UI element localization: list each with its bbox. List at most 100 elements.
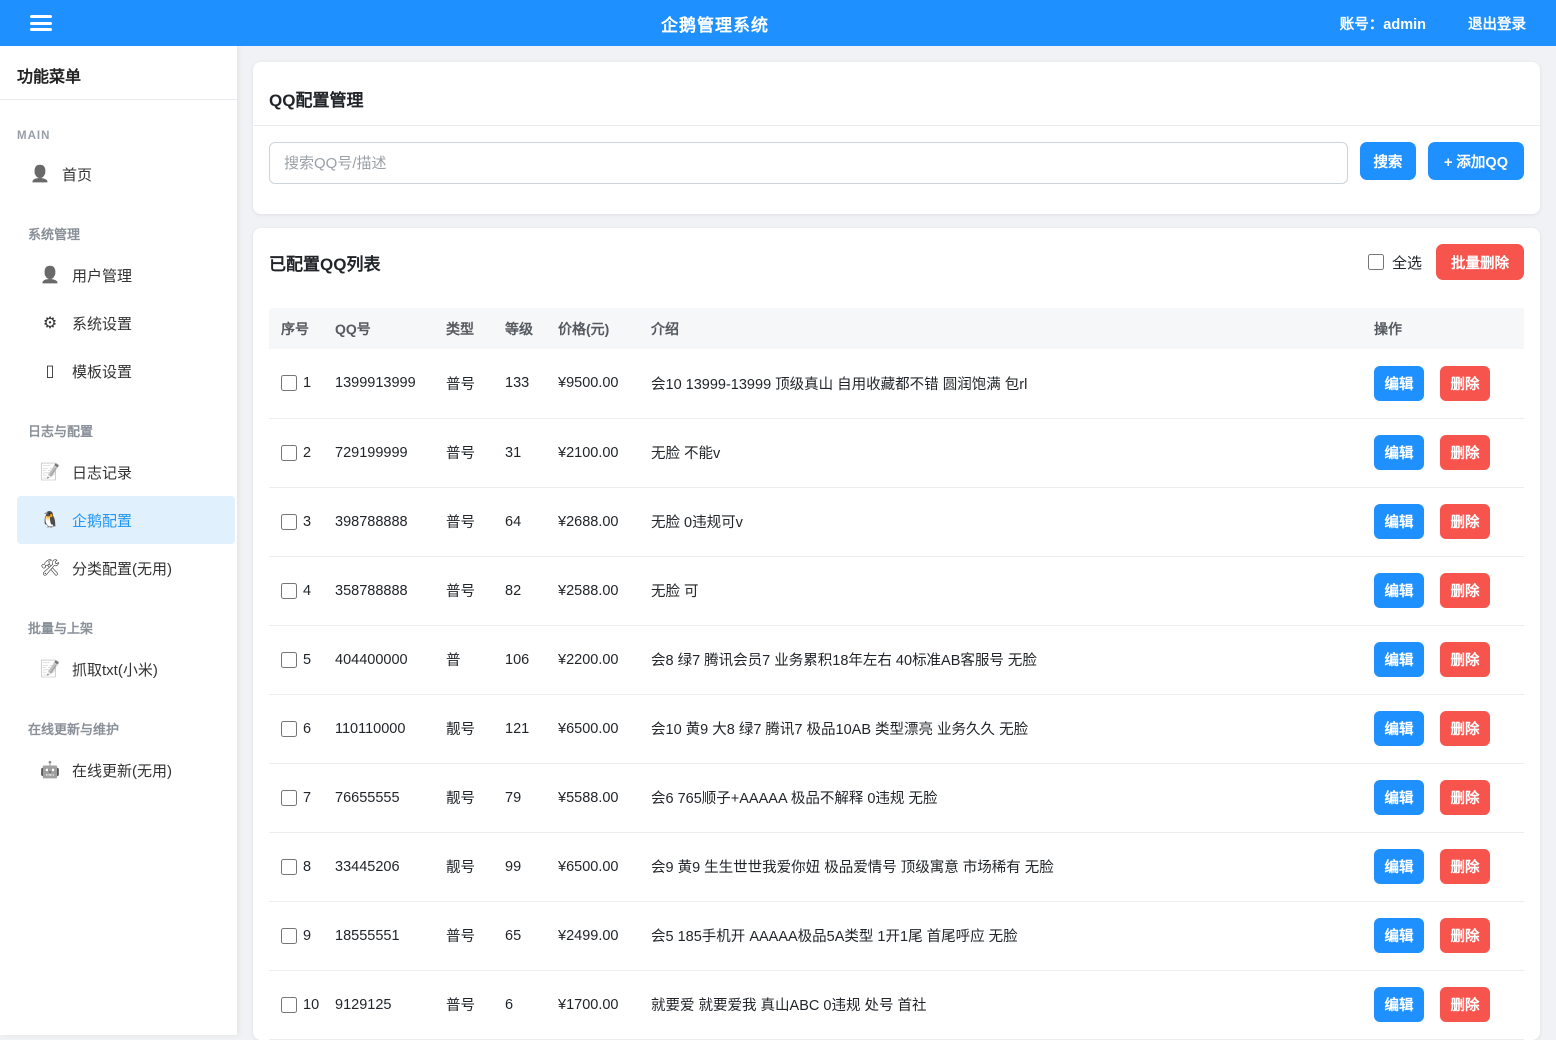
col-type: 类型: [446, 308, 505, 349]
sidebar-item-template-1-2[interactable]: ▯模板设置: [17, 347, 235, 395]
edit-button[interactable]: 编辑: [1374, 987, 1424, 1022]
sidebar-item-memo-2-0[interactable]: 📝 日志记录: [17, 448, 235, 496]
edit-button[interactable]: 编辑: [1374, 918, 1424, 953]
type-cell: 靓号: [446, 763, 505, 832]
qq-cell: 1399913999: [335, 349, 446, 418]
row-index: 8: [303, 859, 311, 875]
select-all[interactable]: 全选: [1368, 252, 1422, 273]
edit-button[interactable]: 编辑: [1374, 435, 1424, 470]
edit-button[interactable]: 编辑: [1374, 642, 1424, 677]
type-cell: 普号: [446, 556, 505, 625]
edit-button[interactable]: 编辑: [1374, 711, 1424, 746]
robot-icon: 🤖: [40, 760, 60, 780]
sidebar-item-label: 系统设置: [72, 313, 132, 334]
edit-button[interactable]: 编辑: [1374, 780, 1424, 815]
row-checkbox[interactable]: [281, 928, 297, 944]
row-checkbox[interactable]: [281, 583, 297, 599]
row-checkbox[interactable]: [281, 445, 297, 461]
delete-button[interactable]: 删除: [1440, 780, 1490, 815]
user-icon: 👤: [30, 164, 50, 184]
delete-button[interactable]: 删除: [1440, 573, 1490, 608]
delete-button[interactable]: 删除: [1440, 435, 1490, 470]
tools-icon: 🛠: [40, 558, 60, 578]
col-price: 价格(元): [558, 308, 651, 349]
price-cell: ¥2100.00: [558, 418, 651, 487]
logout-link[interactable]: 退出登录: [1468, 13, 1526, 34]
sidebar-item-label: 抓取txt(小米): [72, 659, 158, 680]
sidebar-item-label: 日志记录: [72, 462, 132, 483]
desc-cell: 会9 黄9 生生世世我爱你妞 极品爱情号 顶级寓意 市场稀有 无脸: [651, 832, 1374, 901]
select-all-checkbox[interactable]: [1368, 254, 1384, 270]
edit-button[interactable]: 编辑: [1374, 573, 1424, 608]
qq-cell: 358788888: [335, 556, 446, 625]
sidebar-item-memo-3-0[interactable]: 📝抓取txt(小米): [17, 645, 235, 693]
col-index: 序号: [269, 308, 335, 349]
sidebar-item-robot-4-0[interactable]: 🤖 在线更新(无用): [17, 746, 235, 794]
menu-toggle-icon[interactable]: [30, 15, 52, 31]
search-button[interactable]: 搜索: [1360, 142, 1416, 180]
delete-button[interactable]: 删除: [1440, 642, 1490, 677]
search-input[interactable]: [269, 142, 1348, 184]
price-cell: ¥2200.00: [558, 625, 651, 694]
row-index: 10: [303, 997, 319, 1013]
qq-cell: 9129125: [335, 970, 446, 1039]
sidebar-title: 功能菜单: [0, 46, 237, 100]
desc-cell: 无脸 0违规可v: [651, 487, 1374, 556]
row-checkbox[interactable]: [281, 652, 297, 668]
delete-button[interactable]: 删除: [1440, 504, 1490, 539]
row-checkbox[interactable]: [281, 859, 297, 875]
type-cell: 普号: [446, 349, 505, 418]
divider: [253, 125, 1540, 126]
sidebar-item-label: 用户管理: [72, 265, 132, 286]
row-checkbox[interactable]: [281, 997, 297, 1013]
qq-cell: 110110000: [335, 694, 446, 763]
batch-delete-button[interactable]: 批量删除: [1436, 244, 1524, 280]
delete-button[interactable]: 删除: [1440, 366, 1490, 401]
page-title: QQ配置管理: [269, 86, 1524, 111]
add-qq-button[interactable]: + 添加QQ: [1428, 142, 1524, 180]
row-index: 3: [303, 514, 311, 530]
qq-list-card: 已配置QQ列表 全选 批量删除 序号 QQ号 类型 等级 价格(元): [253, 228, 1540, 1040]
sidebar-item-user-1-0[interactable]: 👤用户管理: [17, 251, 235, 299]
level-cell: 106: [505, 625, 558, 694]
table-row: 11399913999普号133¥9500.00会10 13999-13999 …: [269, 349, 1524, 418]
edit-button[interactable]: 编辑: [1374, 504, 1424, 539]
qq-cell: 404400000: [335, 625, 446, 694]
delete-button[interactable]: 删除: [1440, 918, 1490, 953]
row-checkbox[interactable]: [281, 514, 297, 530]
sidebar-item-label: 分类配置(无用): [72, 558, 172, 579]
delete-button[interactable]: 删除: [1440, 711, 1490, 746]
table-row: 6110110000靓号121¥6500.00会10 黄9 大8 绿7 腾讯7 …: [269, 694, 1524, 763]
desc-cell: 会5 185手机开 AAAAA极品5A类型 1开1尾 首尾呼应 无脸: [651, 901, 1374, 970]
type-cell: 靓号: [446, 832, 505, 901]
sidebar-item-label: 模板设置: [72, 361, 132, 382]
sidebar-section-label: 在线更新与维护: [28, 719, 237, 738]
penguin-icon: 🐧: [40, 510, 60, 530]
desc-cell: 无脸 不能v: [651, 418, 1374, 487]
sidebar: 功能菜单 MAIN👤首页系统管理👤用户管理⚙系统设置▯模板设置日志与配置📝日志记…: [0, 46, 237, 1035]
sidebar-item-penguin-2-1[interactable]: 🐧企鹅配置: [17, 496, 235, 544]
sidebar-section-label: 日志与配置: [28, 421, 237, 440]
type-cell: 普号: [446, 970, 505, 1039]
level-cell: 121: [505, 694, 558, 763]
row-checkbox[interactable]: [281, 375, 297, 391]
edit-button[interactable]: 编辑: [1374, 366, 1424, 401]
edit-button[interactable]: 编辑: [1374, 849, 1424, 884]
sidebar-nav: MAIN👤首页系统管理👤用户管理⚙系统设置▯模板设置日志与配置📝日志记录🐧企鹅配…: [0, 130, 237, 794]
sidebar-item-gear-1-1[interactable]: ⚙系统设置: [17, 299, 235, 347]
table-row: 833445206靓号99¥6500.00会9 黄9 生生世世我爱你妞 极品爱情…: [269, 832, 1524, 901]
delete-button[interactable]: 删除: [1440, 849, 1490, 884]
memo-icon: 📝: [40, 462, 60, 482]
delete-button[interactable]: 删除: [1440, 987, 1490, 1022]
price-cell: ¥5588.00: [558, 763, 651, 832]
price-cell: ¥6500.00: [558, 694, 651, 763]
row-index: 4: [303, 583, 311, 599]
qq-cell: 398788888: [335, 487, 446, 556]
level-cell: 6: [505, 970, 558, 1039]
row-checkbox[interactable]: [281, 721, 297, 737]
type-cell: 普号: [446, 901, 505, 970]
sidebar-item-user-0-0[interactable]: 👤首页: [17, 150, 235, 198]
row-checkbox[interactable]: [281, 790, 297, 806]
sidebar-item-tools-2-2[interactable]: 🛠 分类配置(无用): [17, 544, 235, 592]
sidebar-item-label: 在线更新(无用): [72, 760, 172, 781]
